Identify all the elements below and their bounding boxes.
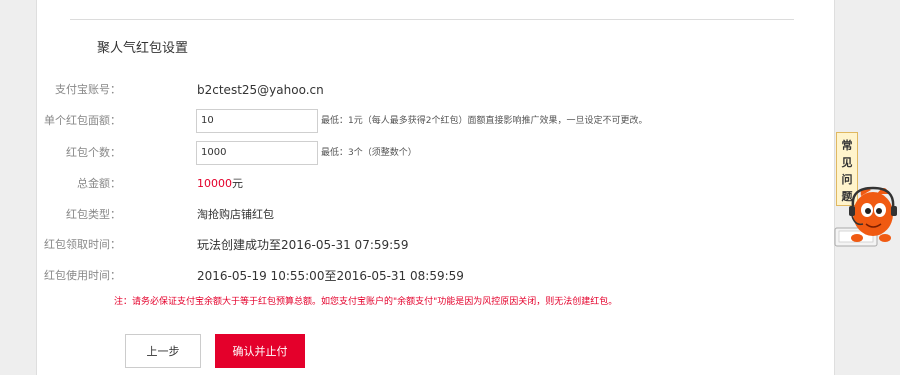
count-hint: 最低：3个（须整数个） xyxy=(321,148,417,158)
total-value: 10000元 xyxy=(197,172,243,196)
claim-time-label: 红包领取时间： xyxy=(44,238,121,251)
prev-step-button[interactable]: 上一步 xyxy=(125,334,201,368)
use-time-row: 红包使用时间： 2016-05-19 10:55:00至2016-05-31 0… xyxy=(0,264,834,288)
faq-char: 见 xyxy=(841,156,853,169)
confirm-button[interactable]: 确认并止付 xyxy=(215,334,305,368)
use-time-value: 2016-05-19 10:55:00至2016-05-31 08:59:59 xyxy=(197,269,464,283)
single-amount-label: 单个红包面额： xyxy=(44,114,121,127)
total-amount: 10000 xyxy=(197,177,232,190)
count-label: 红包个数： xyxy=(66,146,121,159)
single-amount-hint: 最低：1元（每人最多获得2个红包）面额直接影响推广效果，一旦设定不可更改。 xyxy=(321,116,648,126)
total-label: 总金额： xyxy=(77,177,121,190)
type-label: 红包类型： xyxy=(66,208,121,221)
warning-note: 注：请务必保证支付宝余额大于等于红包预算总额。如您支付宝账户的"余额支付"功能是… xyxy=(114,297,618,307)
faq-char: 常 xyxy=(841,139,853,152)
single-amount-input[interactable] xyxy=(196,109,318,133)
claim-time-value: 玩法创建成功至2016-05-31 07:59:59 xyxy=(197,238,409,252)
alipay-account-row: 支付宝账号： b2ctest25@yahoo.cn xyxy=(0,78,834,102)
use-time-label: 红包使用时间： xyxy=(44,269,121,282)
alipay-account-label: 支付宝账号： xyxy=(55,83,121,96)
count-row: 红包个数： 最低：3个（须整数个） xyxy=(0,141,834,165)
total-row: 总金额： 10000元 xyxy=(0,172,834,196)
type-row: 红包类型： 淘抢购店铺红包 xyxy=(0,203,834,227)
single-amount-row: 单个红包面额： 最低：1元（每人最多获得2个红包）面额直接影响推广效果，一旦设定… xyxy=(0,109,834,133)
count-input[interactable] xyxy=(196,141,318,165)
type-value: 淘抢购店铺红包 xyxy=(197,208,274,221)
mascot-icon[interactable] xyxy=(833,180,899,250)
total-unit: 元 xyxy=(232,177,243,190)
top-divider xyxy=(70,19,794,20)
claim-time-row: 红包领取时间： 玩法创建成功至2016-05-31 07:59:59 xyxy=(0,233,834,257)
section-title: 聚人气红包设置 xyxy=(97,41,189,56)
alipay-account-value: b2ctest25@yahoo.cn xyxy=(197,83,324,97)
